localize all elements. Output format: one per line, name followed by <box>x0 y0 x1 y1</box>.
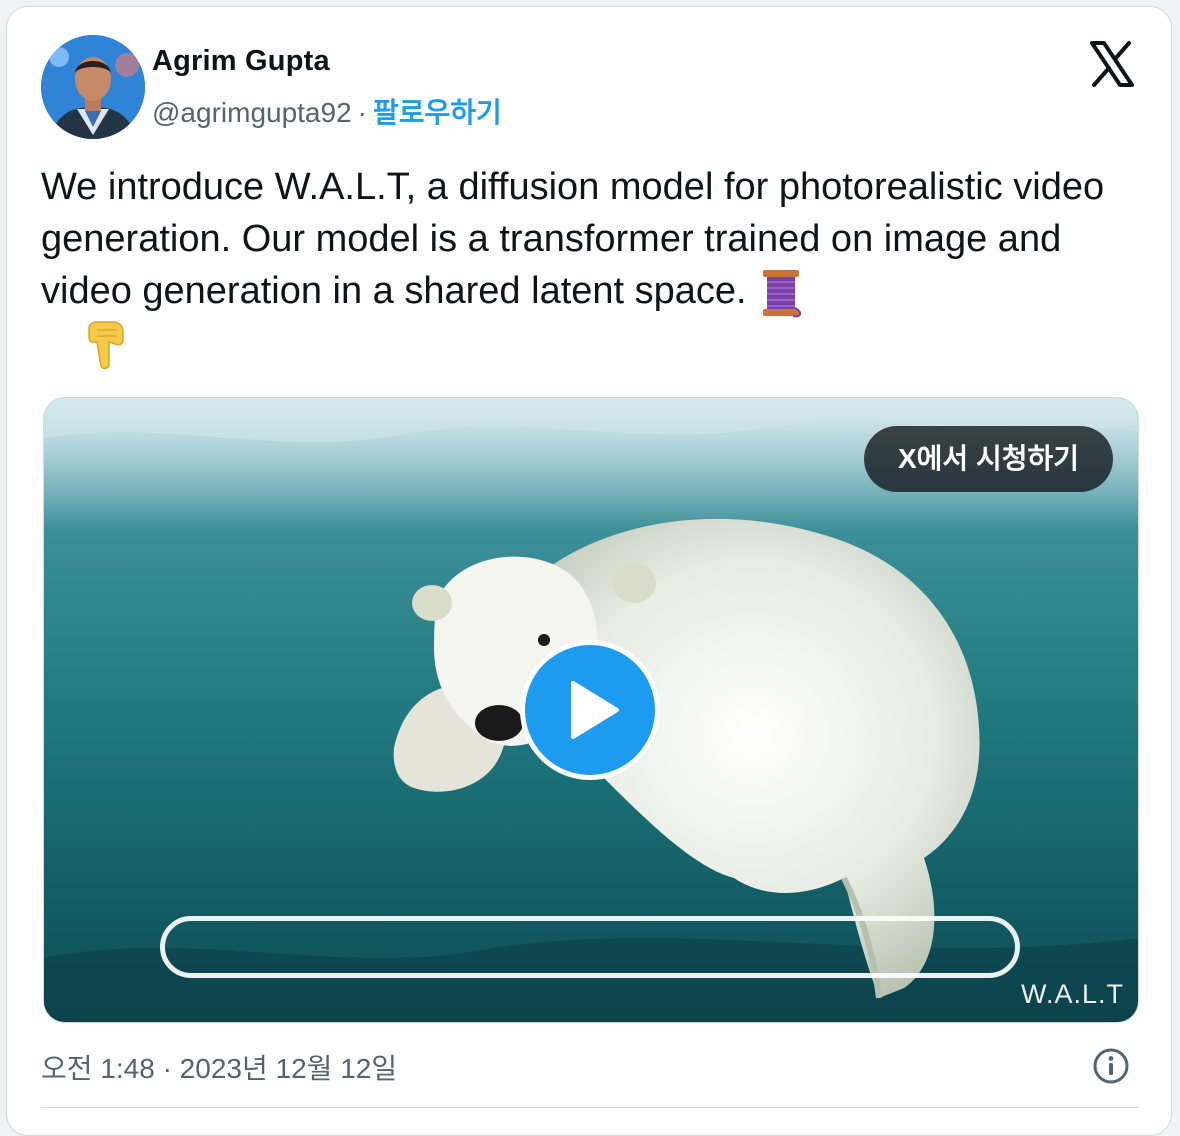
video-caption-frame <box>160 916 1020 978</box>
x-logo-icon[interactable] <box>1087 39 1137 89</box>
separator-dot: · <box>357 97 367 128</box>
avatar-image <box>41 35 145 139</box>
author-name[interactable]: Agrim Gupta <box>152 45 330 78</box>
pointing-down-icon <box>88 321 124 370</box>
footer-divider <box>41 1107 1139 1108</box>
follow-button[interactable]: 팔로우하기 <box>373 97 502 128</box>
tweet-text: We introduce W.A.L.T, a diffusion model … <box>41 161 1141 372</box>
author-avatar[interactable] <box>41 35 145 139</box>
watch-on-x-button[interactable]: X에서 시청하기 <box>864 426 1114 492</box>
info-icon[interactable] <box>1092 1047 1130 1085</box>
thread-icon <box>763 269 802 318</box>
play-button[interactable] <box>520 640 660 780</box>
author-meta: @agrimgupta92 · 팔로우하기 <box>152 91 502 131</box>
play-icon <box>571 681 619 739</box>
tweet-card: Agrim Gupta @agrimgupta92 · 팔로우하기 We intro… <box>6 6 1172 1136</box>
author-handle[interactable]: @agrimgupta92 <box>152 97 352 128</box>
video-player[interactable]: X에서 시청하기 W.A.L.T <box>43 397 1139 1023</box>
tweet-body: We introduce W.A.L.T, a diffusion model … <box>41 166 1115 312</box>
video-watermark: W.A.L.T <box>1020 979 1124 1009</box>
tweet-timestamp[interactable]: 오전 1:48 · 2023년 12월 12일 <box>41 1047 397 1087</box>
